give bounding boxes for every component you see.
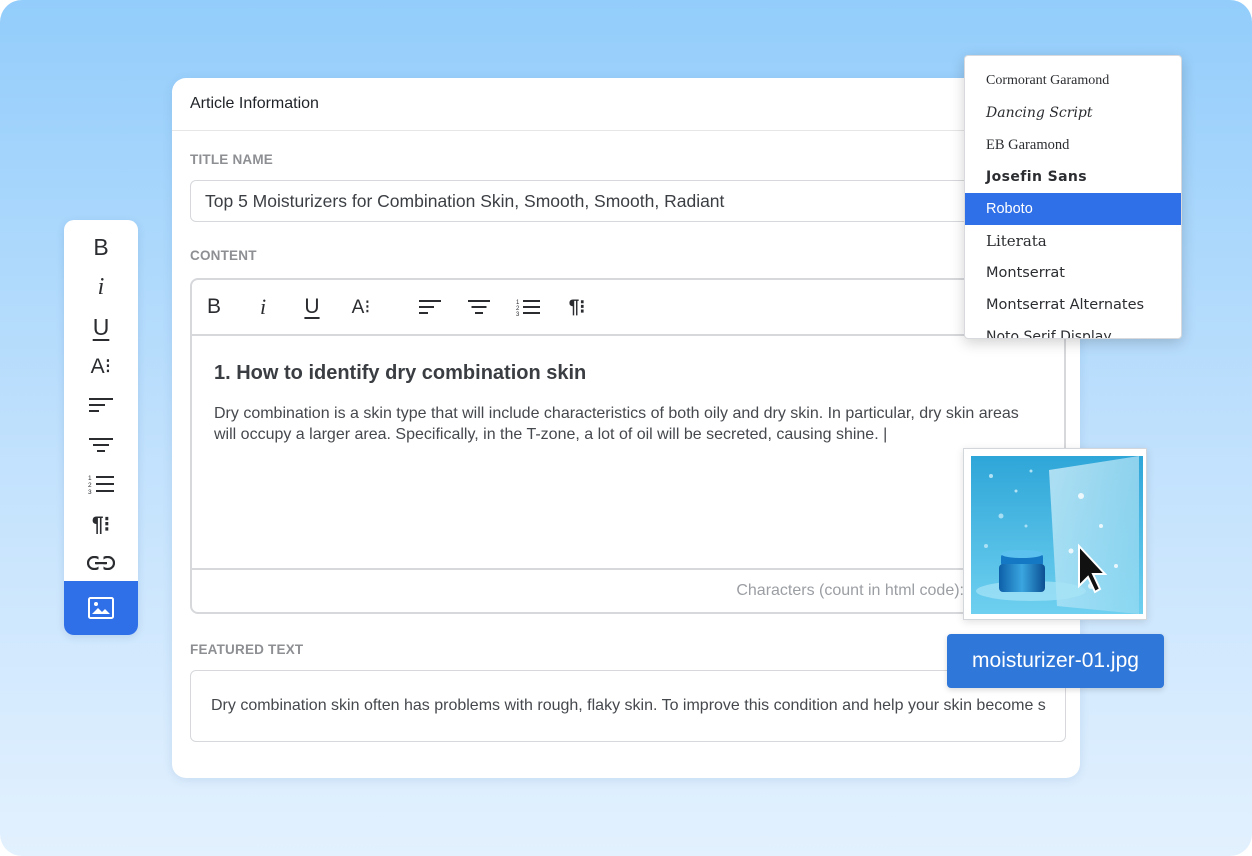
numbered-list-icon: 123 bbox=[516, 300, 540, 316]
side-image-button[interactable] bbox=[64, 581, 138, 635]
product-image bbox=[971, 456, 1143, 614]
side-numbered-list-button[interactable]: 123 bbox=[64, 466, 138, 502]
align-center-button[interactable] bbox=[467, 295, 491, 319]
font-option-label: Josefin Sans bbox=[986, 169, 1088, 185]
align-left-icon bbox=[419, 300, 441, 314]
featured-text-input[interactable]: Dry combination skin often has problems … bbox=[190, 670, 1066, 742]
numbered-list-button[interactable]: 123 bbox=[516, 295, 540, 319]
font-option-noto-serif-display[interactable]: Noto Serif Display bbox=[965, 321, 1181, 339]
side-align-center-button[interactable] bbox=[64, 427, 138, 463]
image-filename: moisturizer-01.jpg bbox=[972, 649, 1139, 672]
side-bold-button[interactable]: B bbox=[64, 229, 138, 265]
font-option-label: Noto Serif Display bbox=[986, 329, 1112, 339]
font-option-roboto[interactable]: Roboto bbox=[965, 193, 1181, 225]
font-option-label: Montserrat bbox=[986, 265, 1065, 281]
align-center-icon bbox=[89, 438, 113, 452]
font-option-cormorant-garamond[interactable]: Cormorant Garamond bbox=[965, 65, 1181, 97]
title-name-input[interactable]: Top 5 Moisturizers for Combination Skin,… bbox=[190, 180, 1064, 222]
image-thumbnail-card[interactable] bbox=[963, 448, 1147, 620]
italic-icon: i bbox=[97, 273, 105, 300]
bold-icon: B bbox=[206, 295, 221, 318]
font-option-label: Dancing Script bbox=[986, 105, 1093, 121]
font-option-montserrat[interactable]: Montserrat bbox=[965, 257, 1181, 289]
content-label: CONTENT bbox=[190, 248, 257, 263]
italic-icon: i bbox=[259, 294, 267, 319]
align-left-button[interactable] bbox=[418, 295, 442, 319]
card-title: Article Information bbox=[172, 78, 1080, 131]
image-icon bbox=[88, 597, 114, 619]
font-option-eb-garamond[interactable]: EB Garamond bbox=[965, 129, 1181, 161]
font-option-dancing-script[interactable]: Dancing Script bbox=[965, 97, 1181, 129]
underline-button[interactable]: U bbox=[300, 295, 324, 319]
link-icon bbox=[87, 556, 115, 570]
paragraph-icon: ¶⁝ bbox=[568, 296, 586, 318]
title-name-label: TITLE NAME bbox=[190, 152, 273, 167]
character-count: Characters (count in html code): bbox=[192, 568, 1064, 612]
image-filename-tag: moisturizer-01.jpg bbox=[947, 634, 1164, 688]
bold-icon: B bbox=[93, 233, 109, 260]
font-size-button[interactable]: A⁝ bbox=[349, 295, 373, 319]
font-option-josefin-sans[interactable]: Josefin Sans bbox=[965, 161, 1181, 193]
font-option-label: Cormorant Garamond bbox=[986, 73, 1110, 88]
content-paragraph: Dry combination is a skin type that will… bbox=[214, 405, 1019, 443]
font-option-label: EB Garamond bbox=[986, 136, 1070, 153]
content-heading: 1. How to identify dry combination skin bbox=[214, 362, 587, 384]
svg-text:2: 2 bbox=[88, 482, 92, 489]
editor-body[interactable]: 1. How to identify dry combination skin … bbox=[192, 336, 1064, 445]
font-option-label: Roboto bbox=[986, 201, 1033, 217]
side-link-button[interactable] bbox=[64, 545, 138, 581]
article-information-card: Article Information TITLE NAME Top 5 Moi… bbox=[172, 78, 1080, 778]
svg-text:3: 3 bbox=[88, 489, 92, 494]
svg-text:3: 3 bbox=[516, 312, 520, 316]
italic-button[interactable]: i bbox=[251, 294, 275, 319]
featured-text-value: Dry combination skin often has problems … bbox=[211, 697, 1046, 714]
moisturizer-jar-image bbox=[971, 456, 1143, 614]
side-italic-button[interactable]: i bbox=[64, 269, 138, 305]
editor-toolbar: B i U A⁝ 123 ¶⁝ bbox=[192, 280, 1064, 336]
content-editor[interactable]: B i U A⁝ 123 ¶⁝ 1. How to identify dry c… bbox=[190, 278, 1066, 614]
underline-icon: U bbox=[304, 295, 320, 318]
numbered-list-icon: 123 bbox=[88, 475, 114, 494]
font-option-label: Montserrat Alternates bbox=[986, 297, 1145, 313]
font-option-label: Literata bbox=[986, 232, 1047, 250]
underline-icon: U bbox=[92, 313, 110, 340]
paragraph-button[interactable]: ¶⁝ bbox=[565, 295, 589, 319]
paragraph-icon: ¶⁝ bbox=[91, 512, 111, 536]
align-center-icon bbox=[468, 300, 490, 314]
font-size-icon: A⁝ bbox=[90, 354, 112, 378]
title-name-value: Top 5 Moisturizers for Combination Skin,… bbox=[205, 190, 725, 211]
side-align-left-button[interactable] bbox=[64, 387, 138, 423]
floating-toolbar: B i U A⁝ 123 ¶⁝ bbox=[64, 220, 138, 635]
align-left-icon bbox=[89, 398, 113, 412]
side-font-size-button[interactable]: A⁝ bbox=[64, 348, 138, 384]
font-size-icon: A⁝ bbox=[351, 296, 371, 318]
font-family-dropdown[interactable]: Cormorant Garamond Dancing Script EB Gar… bbox=[964, 55, 1182, 339]
font-option-literata[interactable]: Literata bbox=[965, 225, 1181, 257]
font-option-montserrat-alternates[interactable]: Montserrat Alternates bbox=[965, 289, 1181, 321]
bold-button[interactable]: B bbox=[202, 295, 226, 319]
side-underline-button[interactable]: U bbox=[64, 309, 138, 345]
featured-text-label: FEATURED TEXT bbox=[190, 642, 304, 657]
svg-text:1: 1 bbox=[88, 475, 92, 482]
side-paragraph-button[interactable]: ¶⁝ bbox=[64, 506, 138, 542]
